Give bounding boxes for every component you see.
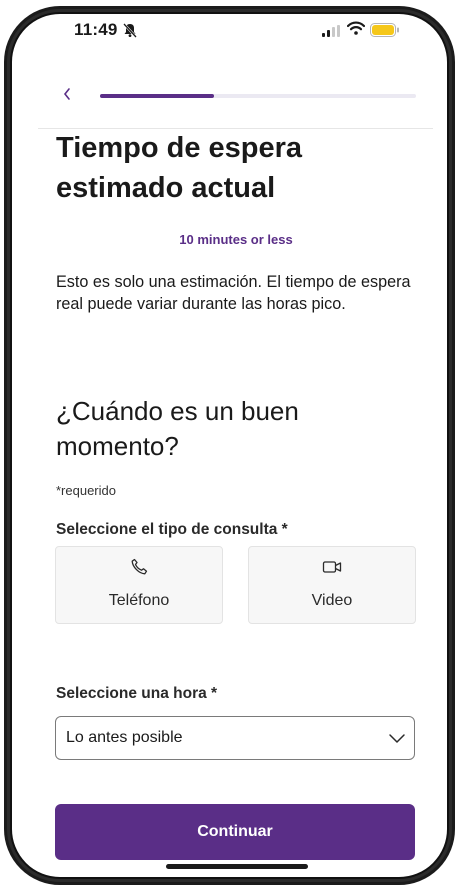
video-option-button[interactable]: Video <box>248 546 416 624</box>
estimate-note: Esto es solo una estimación. El tiempo d… <box>56 273 411 313</box>
progress-bar-fill <box>100 94 214 98</box>
video-camera-icon <box>249 557 415 582</box>
cellular-signal-icon <box>322 24 340 42</box>
bell-muted-icon <box>122 22 138 43</box>
chevron-down-icon <box>388 730 406 751</box>
back-chevron-icon[interactable] <box>62 87 72 106</box>
status-time: 11:49 <box>74 20 118 39</box>
wifi-icon <box>346 21 366 40</box>
consult-type-label: Seleccione el tipo de consulta * <box>56 521 288 538</box>
page-title: Tiempo de espera estimado actual <box>56 132 303 204</box>
home-indicator <box>166 864 308 869</box>
time-select-label: Seleccione una hora * <box>56 685 218 702</box>
phone-option-button[interactable]: Teléfono <box>55 546 223 624</box>
section-title: ¿Cuándo es un buen momento? <box>56 396 299 461</box>
video-option-label: Video <box>311 592 353 609</box>
battery-icon <box>370 23 400 42</box>
phone-icon <box>56 557 222 582</box>
time-select-value: Lo antes posible <box>66 729 183 746</box>
continue-button[interactable]: Continuar <box>55 804 415 860</box>
progress-bar <box>100 94 416 98</box>
phone-option-label: Teléfono <box>108 592 170 609</box>
time-select[interactable]: Lo antes posible <box>55 716 415 760</box>
required-note: *requerido <box>56 483 116 498</box>
wait-time-estimate: 10 minutes or less <box>179 232 293 247</box>
